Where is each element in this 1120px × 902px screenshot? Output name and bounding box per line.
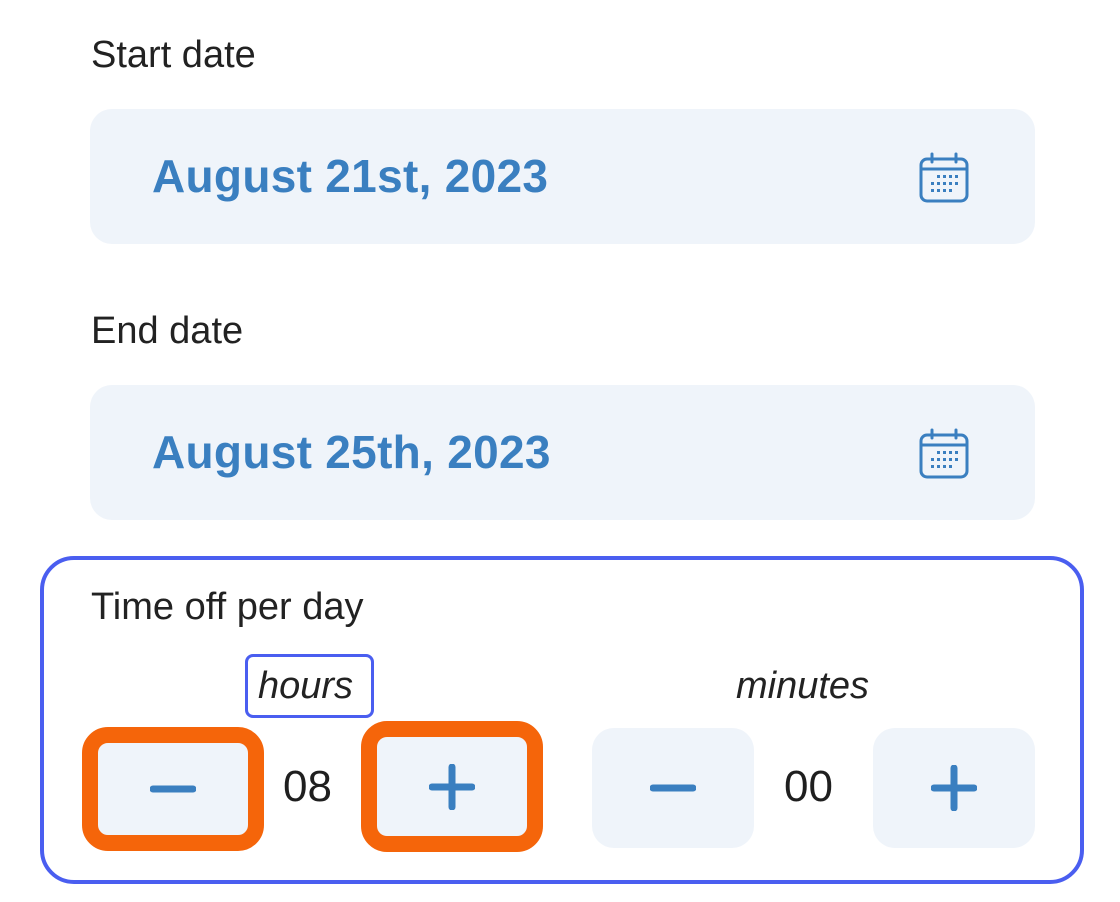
minus-icon (150, 785, 196, 793)
minutes-value: 00 (784, 762, 833, 811)
plus-icon (931, 765, 977, 811)
plus-icon (429, 763, 475, 810)
minutes-decrement-button[interactable] (592, 728, 754, 848)
start-date-field[interactable]: August 21st, 2023 (90, 109, 1035, 244)
minutes-label: minutes (736, 665, 870, 707)
calendar-icon[interactable] (918, 152, 970, 204)
start-date-value: August 21st, 2023 (152, 150, 549, 202)
calendar-icon[interactable] (918, 428, 970, 480)
hours-increment-button[interactable] (361, 721, 543, 852)
hours-value: 08 (283, 762, 332, 811)
start-date-label: Start date (91, 34, 256, 76)
end-date-label: End date (91, 310, 244, 352)
time-off-label: Time off per day (91, 586, 364, 628)
hours-decrement-button[interactable] (82, 727, 264, 851)
end-date-value: August 25th, 2023 (152, 426, 551, 478)
hours-label: hours (258, 665, 354, 707)
minus-icon (650, 784, 696, 792)
minutes-increment-button[interactable] (873, 728, 1035, 848)
end-date-field[interactable]: August 25th, 2023 (90, 385, 1035, 520)
